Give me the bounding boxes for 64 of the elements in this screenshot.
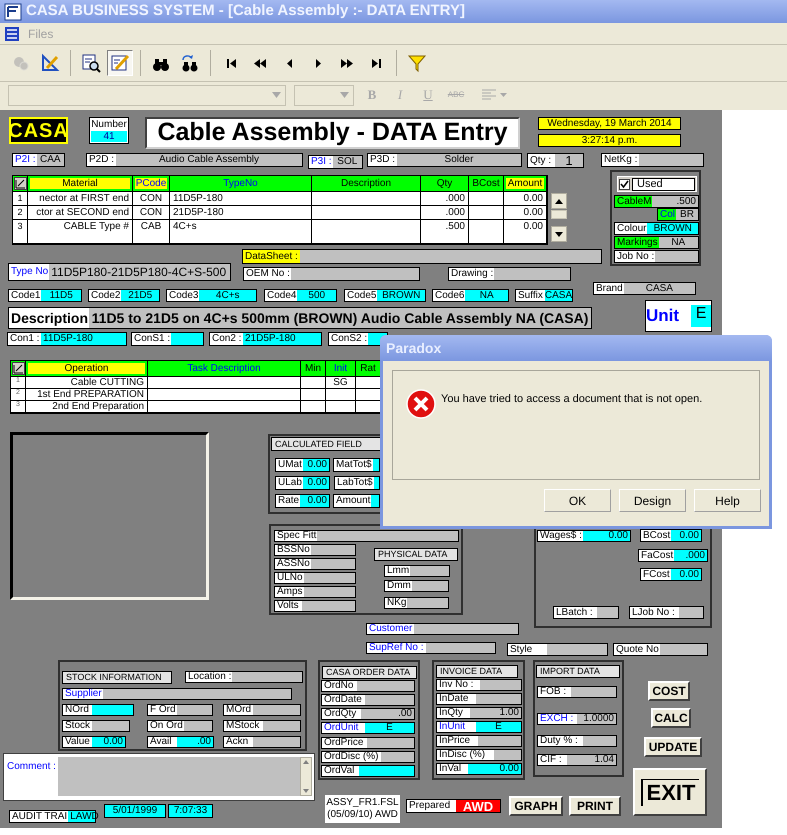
file-info-text: ASSY_FR1.FSL (326, 797, 399, 809)
column-header: Amount (504, 176, 547, 192)
column-header: Operation (26, 361, 148, 377)
button[interactable]: Design (619, 489, 686, 512)
table-cell: .500 (421, 220, 469, 244)
table-cell: 1st End PREPARATION (26, 389, 148, 401)
row-number: 3 (13, 220, 28, 244)
section-heading: STOCK INFORMATION (62, 671, 172, 684)
field-label: Number (91, 119, 127, 131)
dialog-message: You have tried to access a document that is not open. (441, 392, 702, 406)
button[interactable]: Help (694, 489, 761, 512)
row-number: 1 (13, 192, 28, 206)
text-field[interactable]: 5/01/1999 (104, 804, 166, 818)
button[interactable]: EXIT (633, 768, 707, 816)
time-field: 3:27:14 p.m. (538, 134, 681, 147)
button[interactable]: PRINT (569, 796, 621, 816)
table-cell: CON (133, 206, 170, 220)
checkbox-label: Used (632, 178, 695, 190)
table-cell: Cable CUTTING (26, 377, 148, 389)
table-cell: SG (326, 377, 356, 389)
date-field: Wednesday, 19 March 2014 (538, 117, 681, 130)
section-heading: CASA ORDER DATA (322, 666, 417, 679)
table-cell: 0.00 (504, 220, 547, 244)
window-title: CASA BUSINESS SYSTEM - [Cable Assembly :- DATA ENTRY] (26, 1, 465, 22)
column-header: Qty (421, 176, 469, 192)
section-heading: INVOICE DATA (436, 665, 518, 678)
table-cell: nector at FIRST end (28, 192, 133, 206)
table-cell: 0.00 (504, 192, 547, 206)
column-header: Init (326, 361, 356, 377)
table-cell: .000 (421, 206, 469, 220)
button[interactable]: OK (544, 489, 611, 512)
column-header: BCost (469, 176, 504, 192)
field-label: Comment : (7, 762, 56, 772)
table-cell: CON (133, 192, 170, 206)
text-field[interactable]: E (691, 305, 711, 327)
dialog-title: Paradox (380, 335, 772, 361)
text-field[interactable]: 7:07:33 (168, 804, 213, 818)
column-header: Min (301, 361, 326, 377)
row-number: 2 (13, 206, 28, 220)
column-header: TypeNo (170, 176, 312, 192)
section-heading: PHYSICAL DATA (374, 548, 458, 561)
column-header: Rat (356, 361, 380, 377)
text-field[interactable]: 41 (91, 131, 127, 142)
section-heading: IMPORT DATA (536, 665, 620, 678)
table-cell: ctor at SECOND end (28, 206, 133, 220)
field-label: Unit (646, 305, 680, 328)
column-header: PCode (133, 176, 170, 192)
table-cell: CAB (133, 220, 170, 244)
table-cell: .000 (421, 192, 469, 206)
table-cell: 11D5P-180 (170, 192, 312, 206)
button[interactable]: UPDATE (644, 737, 702, 757)
file-info-text: (05/09/10) AWD (327, 809, 398, 821)
button[interactable]: GRAPH (509, 796, 563, 816)
button[interactable]: COST (648, 681, 690, 701)
column-header: Description (312, 176, 421, 192)
table-cell: CABLE Type # (28, 220, 133, 244)
column-header: Material (28, 176, 133, 192)
table-cell: 4C+s (170, 220, 312, 244)
table-cell: 2nd End Preparation (26, 401, 148, 413)
column-header: Task Description (148, 361, 301, 377)
form-title: Cable Assembly - DATA Entry (145, 117, 520, 149)
button[interactable]: CALC (651, 708, 691, 728)
table-cell: 21D5P-180 (170, 206, 312, 220)
table-cell: 0.00 (504, 206, 547, 220)
